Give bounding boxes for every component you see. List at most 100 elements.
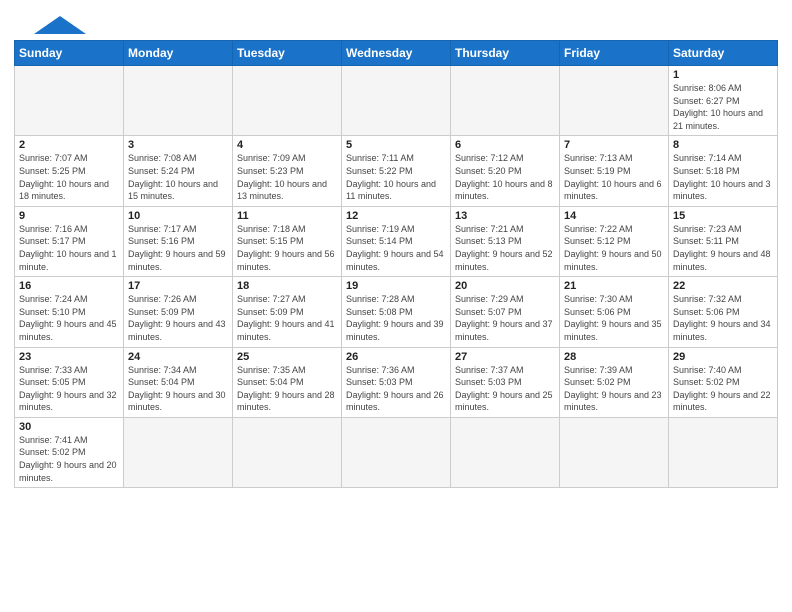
calendar-cell: 8Sunrise: 7:14 AM Sunset: 5:18 PM Daylig…: [669, 136, 778, 206]
day-info: Sunrise: 7:19 AM Sunset: 5:14 PM Dayligh…: [346, 223, 446, 273]
day-info: Sunrise: 7:40 AM Sunset: 5:02 PM Dayligh…: [673, 364, 773, 414]
logo: [14, 14, 86, 34]
day-number: 15: [673, 210, 773, 222]
calendar-cell: 4Sunrise: 7:09 AM Sunset: 5:23 PM Daylig…: [233, 136, 342, 206]
day-info: Sunrise: 7:29 AM Sunset: 5:07 PM Dayligh…: [455, 293, 555, 343]
day-info: Sunrise: 7:17 AM Sunset: 5:16 PM Dayligh…: [128, 223, 228, 273]
day-number: 28: [564, 351, 664, 363]
calendar-cell: 7Sunrise: 7:13 AM Sunset: 5:19 PM Daylig…: [560, 136, 669, 206]
day-number: 11: [237, 210, 337, 222]
day-number: 10: [128, 210, 228, 222]
weekday-header-tuesday: Tuesday: [233, 41, 342, 66]
day-info: Sunrise: 7:27 AM Sunset: 5:09 PM Dayligh…: [237, 293, 337, 343]
day-info: Sunrise: 7:14 AM Sunset: 5:18 PM Dayligh…: [673, 152, 773, 202]
calendar-cell: 28Sunrise: 7:39 AM Sunset: 5:02 PM Dayli…: [560, 347, 669, 417]
calendar-cell: 3Sunrise: 7:08 AM Sunset: 5:24 PM Daylig…: [124, 136, 233, 206]
day-number: 30: [19, 421, 119, 433]
day-number: 22: [673, 280, 773, 292]
calendar-cell: [560, 417, 669, 487]
calendar-cell: 6Sunrise: 7:12 AM Sunset: 5:20 PM Daylig…: [451, 136, 560, 206]
day-info: Sunrise: 7:30 AM Sunset: 5:06 PM Dayligh…: [564, 293, 664, 343]
day-info: Sunrise: 7:37 AM Sunset: 5:03 PM Dayligh…: [455, 364, 555, 414]
day-number: 24: [128, 351, 228, 363]
day-info: Sunrise: 7:28 AM Sunset: 5:08 PM Dayligh…: [346, 293, 446, 343]
day-number: 8: [673, 139, 773, 151]
calendar-cell: 5Sunrise: 7:11 AM Sunset: 5:22 PM Daylig…: [342, 136, 451, 206]
calendar-week-row: 23Sunrise: 7:33 AM Sunset: 5:05 PM Dayli…: [15, 347, 778, 417]
calendar-cell: [124, 417, 233, 487]
day-number: 14: [564, 210, 664, 222]
calendar-cell: 30Sunrise: 7:41 AM Sunset: 5:02 PM Dayli…: [15, 417, 124, 487]
day-number: 19: [346, 280, 446, 292]
day-number: 1: [673, 69, 773, 81]
day-number: 29: [673, 351, 773, 363]
day-info: Sunrise: 7:36 AM Sunset: 5:03 PM Dayligh…: [346, 364, 446, 414]
calendar-cell: 9Sunrise: 7:16 AM Sunset: 5:17 PM Daylig…: [15, 206, 124, 276]
calendar-cell: [451, 66, 560, 136]
day-info: Sunrise: 7:33 AM Sunset: 5:05 PM Dayligh…: [19, 364, 119, 414]
day-info: Sunrise: 7:21 AM Sunset: 5:13 PM Dayligh…: [455, 223, 555, 273]
day-number: 27: [455, 351, 555, 363]
calendar-cell: [124, 66, 233, 136]
calendar-cell: 10Sunrise: 7:17 AM Sunset: 5:16 PM Dayli…: [124, 206, 233, 276]
calendar-cell: 27Sunrise: 7:37 AM Sunset: 5:03 PM Dayli…: [451, 347, 560, 417]
weekday-header-thursday: Thursday: [451, 41, 560, 66]
calendar-cell: 11Sunrise: 7:18 AM Sunset: 5:15 PM Dayli…: [233, 206, 342, 276]
weekday-header-monday: Monday: [124, 41, 233, 66]
calendar-cell: 1Sunrise: 8:06 AM Sunset: 6:27 PM Daylig…: [669, 66, 778, 136]
header: [14, 10, 778, 34]
day-info: Sunrise: 7:24 AM Sunset: 5:10 PM Dayligh…: [19, 293, 119, 343]
calendar-cell: 17Sunrise: 7:26 AM Sunset: 5:09 PM Dayli…: [124, 277, 233, 347]
calendar-cell: 13Sunrise: 7:21 AM Sunset: 5:13 PM Dayli…: [451, 206, 560, 276]
calendar-cell: [233, 66, 342, 136]
calendar-cell: [560, 66, 669, 136]
calendar-table: SundayMondayTuesdayWednesdayThursdayFrid…: [14, 40, 778, 488]
calendar-cell: [451, 417, 560, 487]
calendar-cell: [342, 66, 451, 136]
day-info: Sunrise: 7:35 AM Sunset: 5:04 PM Dayligh…: [237, 364, 337, 414]
day-number: 20: [455, 280, 555, 292]
day-info: Sunrise: 7:16 AM Sunset: 5:17 PM Dayligh…: [19, 223, 119, 273]
calendar-week-row: 1Sunrise: 8:06 AM Sunset: 6:27 PM Daylig…: [15, 66, 778, 136]
calendar-cell: 24Sunrise: 7:34 AM Sunset: 5:04 PM Dayli…: [124, 347, 233, 417]
calendar-cell: [342, 417, 451, 487]
day-number: 9: [19, 210, 119, 222]
calendar-cell: [15, 66, 124, 136]
day-info: Sunrise: 7:41 AM Sunset: 5:02 PM Dayligh…: [19, 434, 119, 484]
day-info: Sunrise: 7:39 AM Sunset: 5:02 PM Dayligh…: [564, 364, 664, 414]
calendar-cell: 23Sunrise: 7:33 AM Sunset: 5:05 PM Dayli…: [15, 347, 124, 417]
day-number: 7: [564, 139, 664, 151]
day-number: 21: [564, 280, 664, 292]
day-number: 23: [19, 351, 119, 363]
calendar-cell: 29Sunrise: 7:40 AM Sunset: 5:02 PM Dayli…: [669, 347, 778, 417]
day-number: 4: [237, 139, 337, 151]
weekday-header-friday: Friday: [560, 41, 669, 66]
day-number: 26: [346, 351, 446, 363]
day-number: 18: [237, 280, 337, 292]
day-info: Sunrise: 7:23 AM Sunset: 5:11 PM Dayligh…: [673, 223, 773, 273]
day-info: Sunrise: 8:06 AM Sunset: 6:27 PM Dayligh…: [673, 82, 773, 132]
day-info: Sunrise: 7:07 AM Sunset: 5:25 PM Dayligh…: [19, 152, 119, 202]
calendar-cell: 15Sunrise: 7:23 AM Sunset: 5:11 PM Dayli…: [669, 206, 778, 276]
calendar-cell: [233, 417, 342, 487]
day-info: Sunrise: 7:08 AM Sunset: 5:24 PM Dayligh…: [128, 152, 228, 202]
calendar-cell: 20Sunrise: 7:29 AM Sunset: 5:07 PM Dayli…: [451, 277, 560, 347]
day-info: Sunrise: 7:22 AM Sunset: 5:12 PM Dayligh…: [564, 223, 664, 273]
weekday-header-saturday: Saturday: [669, 41, 778, 66]
weekday-header-wednesday: Wednesday: [342, 41, 451, 66]
calendar-cell: [669, 417, 778, 487]
calendar-week-row: 30Sunrise: 7:41 AM Sunset: 5:02 PM Dayli…: [15, 417, 778, 487]
day-info: Sunrise: 7:26 AM Sunset: 5:09 PM Dayligh…: [128, 293, 228, 343]
calendar-cell: 22Sunrise: 7:32 AM Sunset: 5:06 PM Dayli…: [669, 277, 778, 347]
calendar-week-row: 16Sunrise: 7:24 AM Sunset: 5:10 PM Dayli…: [15, 277, 778, 347]
day-info: Sunrise: 7:32 AM Sunset: 5:06 PM Dayligh…: [673, 293, 773, 343]
logo-graphic: [16, 16, 86, 34]
calendar-cell: 12Sunrise: 7:19 AM Sunset: 5:14 PM Dayli…: [342, 206, 451, 276]
calendar-cell: 21Sunrise: 7:30 AM Sunset: 5:06 PM Dayli…: [560, 277, 669, 347]
weekday-header-sunday: Sunday: [15, 41, 124, 66]
day-info: Sunrise: 7:12 AM Sunset: 5:20 PM Dayligh…: [455, 152, 555, 202]
day-info: Sunrise: 7:18 AM Sunset: 5:15 PM Dayligh…: [237, 223, 337, 273]
calendar-cell: 25Sunrise: 7:35 AM Sunset: 5:04 PM Dayli…: [233, 347, 342, 417]
calendar-cell: 18Sunrise: 7:27 AM Sunset: 5:09 PM Dayli…: [233, 277, 342, 347]
day-number: 2: [19, 139, 119, 151]
